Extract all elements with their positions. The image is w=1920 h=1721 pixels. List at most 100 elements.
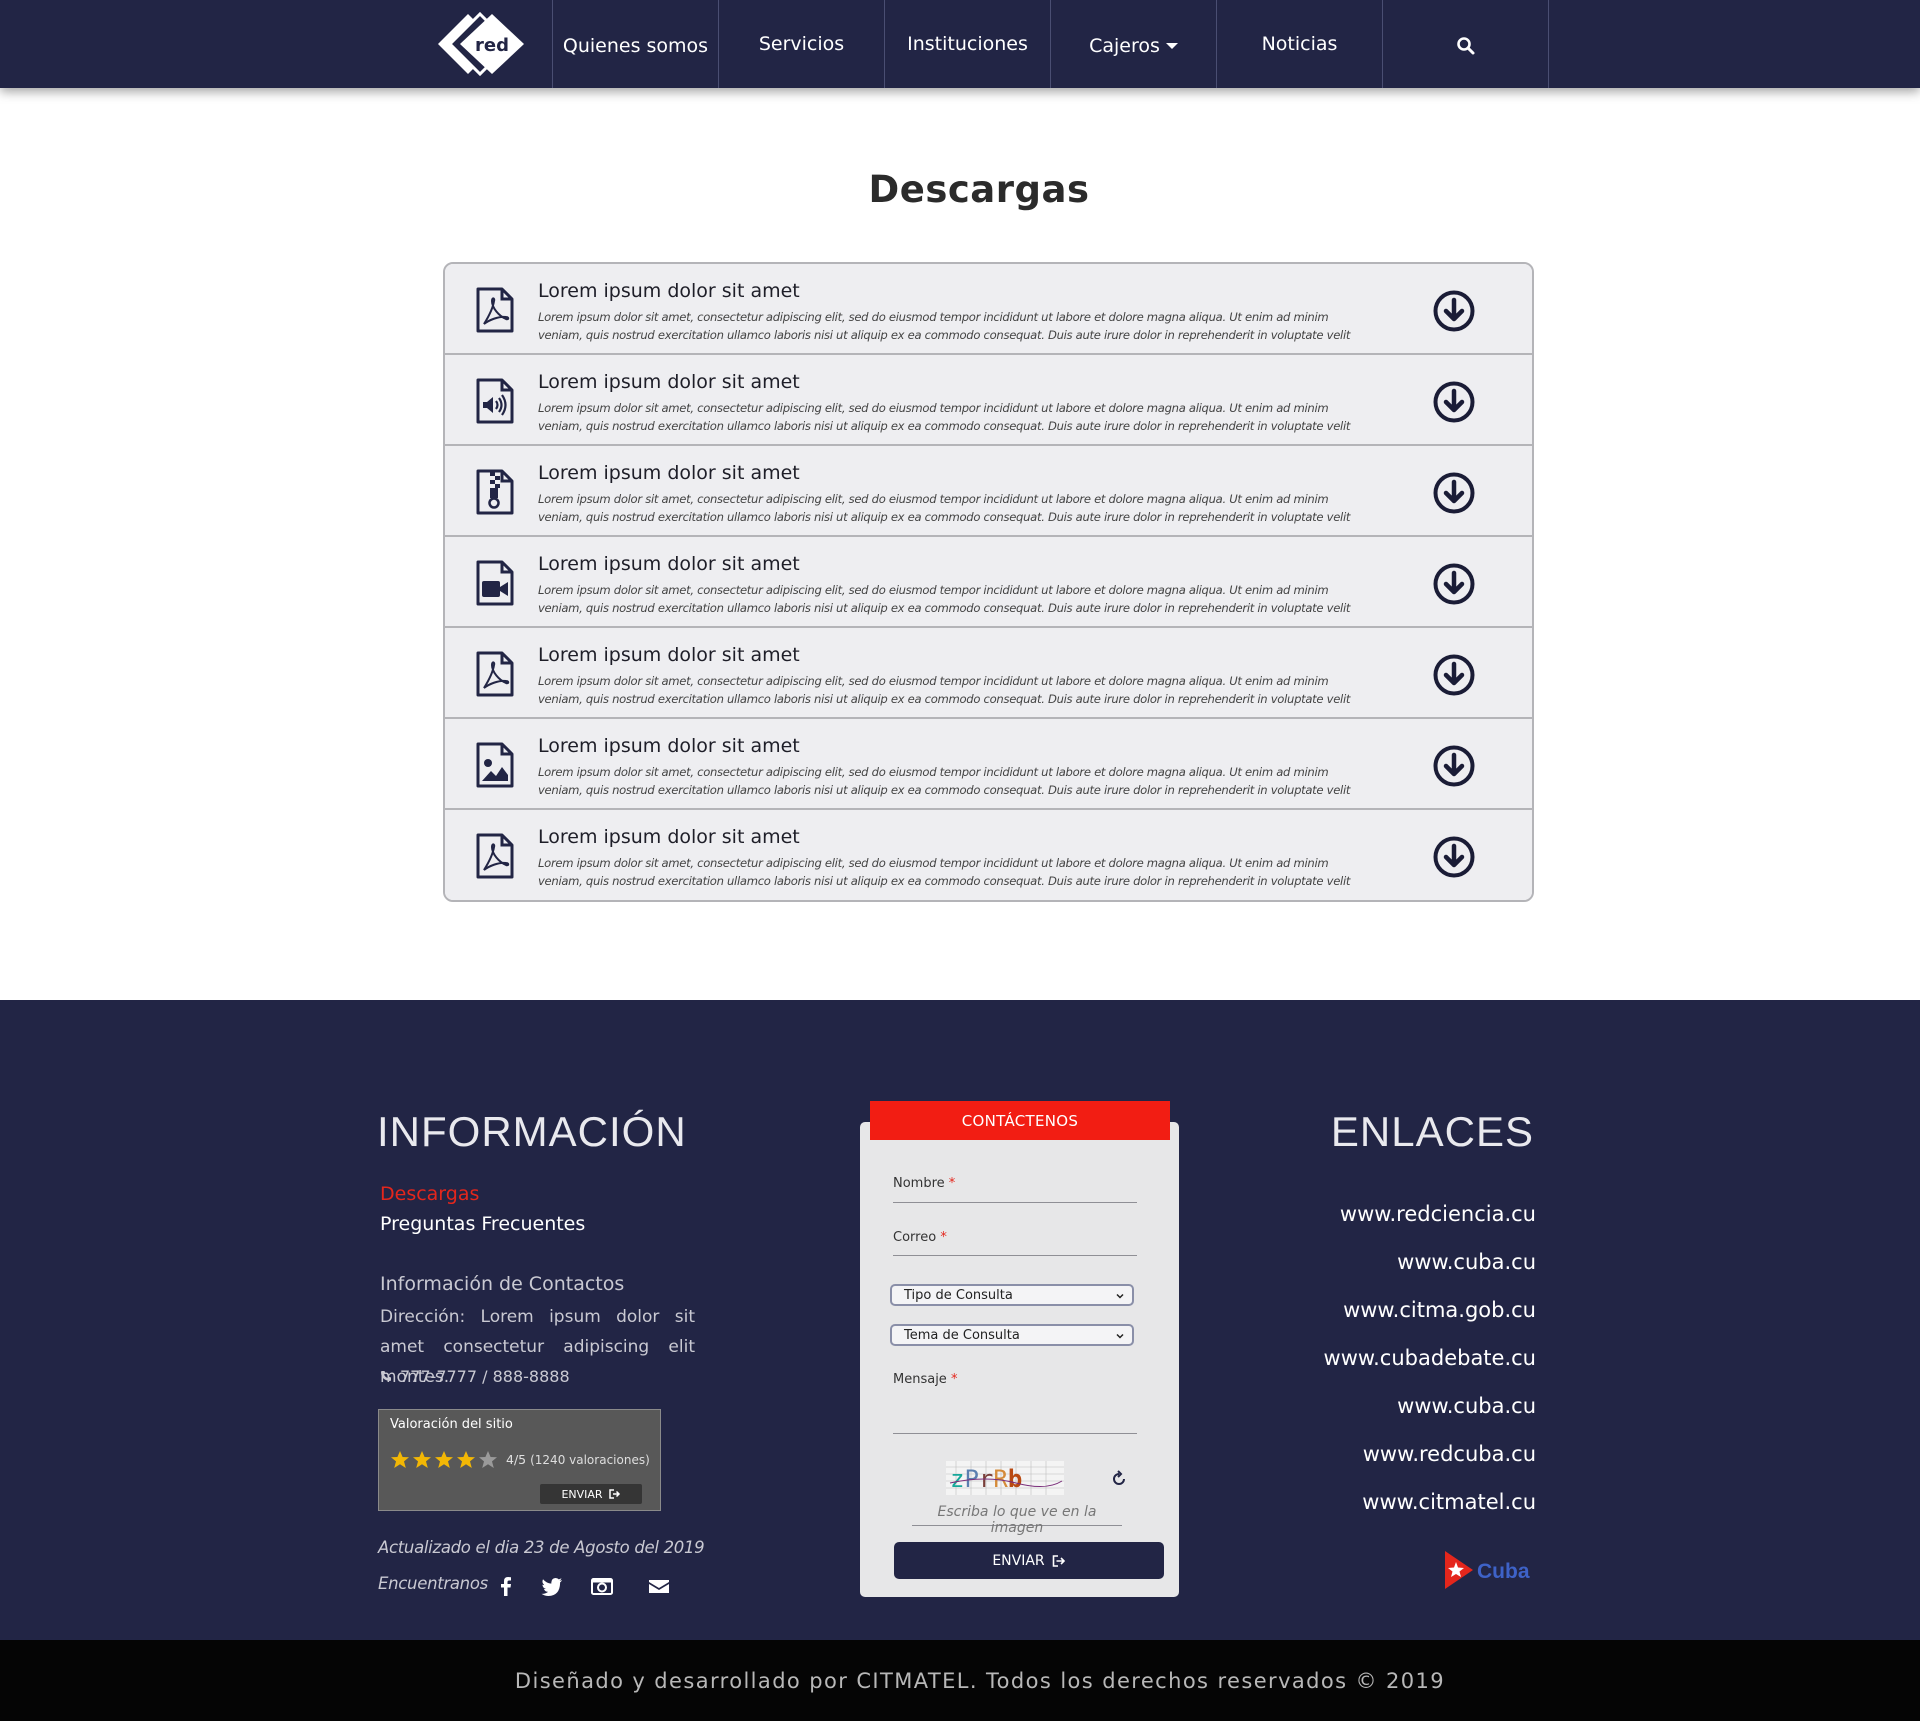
captcha-placeholder: Escriba lo que ve en la imagen [937, 1504, 1097, 1536]
download-description: Lorem ipsum dolor sit amet, consectetur … [538, 856, 1351, 888]
rating-stars[interactable] [390, 1450, 498, 1469]
download-circle-icon[interactable] [1433, 381, 1475, 423]
rating-send-button[interactable]: ENVIAR [540, 1484, 642, 1504]
download-description: Lorem ipsum dolor sit amet, consectetur … [538, 492, 1351, 524]
star-empty-icon[interactable] [478, 1450, 498, 1469]
top-navbar: red Quienes somos Servicios Institucione… [0, 0, 1920, 88]
nav-label: Quienes somos [562, 35, 709, 57]
video-file-icon [476, 560, 514, 606]
nav-item-instituciones[interactable]: Instituciones [885, 0, 1051, 88]
query-topic-select[interactable]: Tema de Consulta [890, 1324, 1134, 1346]
phone-icon [381, 1371, 391, 1381]
info-heading: INFORMACIÓN [377, 1108, 687, 1155]
download-title: Lorem ipsum dolor sit amet [538, 735, 800, 757]
email-label: Correo * [893, 1230, 947, 1245]
download-item: Lorem ipsum dolor sit amet Lorem ipsum d… [445, 628, 1532, 719]
download-description: Lorem ipsum dolor sit amet, consectetur … [538, 401, 1351, 433]
nav-label: Instituciones [907, 33, 1028, 55]
footer: INFORMACIÓN Descargas Preguntas Frecuent… [0, 1000, 1920, 1640]
search-icon [1456, 37, 1474, 55]
download-description: Lorem ipsum dolor sit amet, consectetur … [538, 583, 1351, 615]
download-description: Lorem ipsum dolor sit amet, consectetur … [538, 310, 1351, 342]
external-link[interactable]: www.citmatel.cu [1362, 1490, 1536, 1514]
footer-link-downloads[interactable]: Descargas [380, 1183, 479, 1205]
name-label: Nombre * [893, 1176, 955, 1191]
send-label: ENVIAR [992, 1552, 1045, 1569]
email-label-text: Correo [893, 1230, 937, 1245]
query-type-value: Tipo de Consulta [904, 1288, 1013, 1303]
download-title: Lorem ipsum dolor sit amet [538, 462, 800, 484]
captcha-input[interactable]: Escriba lo que ve en la imagen [912, 1504, 1122, 1536]
name-field[interactable] [893, 1202, 1137, 1203]
download-circle-icon[interactable] [1433, 472, 1475, 514]
external-link[interactable]: www.cubadebate.cu [1324, 1346, 1536, 1370]
download-item: Lorem ipsum dolor sit amet Lorem ipsum d… [445, 264, 1532, 355]
captcha-image: zPrRb [946, 1461, 1064, 1495]
star-filled-icon[interactable] [456, 1450, 476, 1469]
message-field[interactable] [893, 1433, 1137, 1434]
download-circle-icon[interactable] [1433, 836, 1475, 878]
query-topic-value: Tema de Consulta [904, 1328, 1020, 1343]
required-mark: * [950, 1372, 958, 1387]
logo-text: red [475, 35, 509, 56]
links-heading: ENLACES [1330, 1108, 1534, 1155]
last-updated: Actualizado el dia 23 de Agosto del 2019 [378, 1538, 705, 1557]
camera-icon[interactable] [590, 1575, 614, 1597]
facebook-icon[interactable] [494, 1575, 518, 1597]
download-description: Lorem ipsum dolor sit amet, consectetur … [538, 765, 1351, 797]
external-link[interactable]: www.redciencia.cu [1340, 1202, 1536, 1226]
nav-item-servicios[interactable]: Servicios [719, 0, 885, 88]
chevron-down-icon [1116, 1293, 1124, 1299]
contact-send-button[interactable]: ENVIAR [894, 1542, 1164, 1579]
star-filled-icon[interactable] [434, 1450, 454, 1469]
star-filled-icon[interactable] [412, 1450, 432, 1469]
download-item: Lorem ipsum dolor sit amet Lorem ipsum d… [445, 355, 1532, 446]
external-link[interactable]: www.redcuba.cu [1363, 1442, 1536, 1466]
query-type-select[interactable]: Tipo de Consulta [890, 1284, 1134, 1306]
name-label-text: Nombre [893, 1176, 945, 1191]
downloads-list: Lorem ipsum dolor sit amet Lorem ipsum d… [443, 262, 1534, 902]
page-title: Descargas [868, 168, 1090, 211]
cuba-logo-text: Cuba [1477, 1560, 1530, 1583]
nav-label: Cajeros [1089, 35, 1160, 57]
audio-file-icon [476, 378, 514, 424]
phone-number: 777-7777 / 888-8888 [400, 1367, 570, 1386]
download-title: Lorem ipsum dolor sit amet [538, 644, 800, 666]
download-circle-icon[interactable] [1433, 290, 1475, 332]
download-item: Lorem ipsum dolor sit amet Lorem ipsum d… [445, 719, 1532, 810]
refresh-captcha-icon[interactable] [1110, 1470, 1128, 1488]
download-circle-icon[interactable] [1433, 654, 1475, 696]
nav-label: Noticias [1261, 33, 1338, 55]
message-label-text: Mensaje [893, 1372, 947, 1387]
sign-out-icon [608, 1489, 620, 1499]
nav-item-noticias[interactable]: Noticias [1217, 0, 1383, 88]
nav-item-quienes-somos[interactable]: Quienes somos [553, 0, 719, 88]
sign-out-icon [1052, 1554, 1065, 1567]
twitter-icon[interactable] [540, 1575, 564, 1597]
cuba-portal-logo[interactable]: Cuba [1443, 1549, 1535, 1591]
footer-link-faq[interactable]: Preguntas Frecuentes [380, 1213, 585, 1235]
copyright-bar: Diseñado y desarrollado por CITMATEL. To… [0, 1640, 1920, 1721]
download-title: Lorem ipsum dolor sit amet [538, 371, 800, 393]
required-mark: * [948, 1176, 956, 1191]
search-button[interactable] [1383, 0, 1549, 88]
download-circle-icon[interactable] [1433, 745, 1475, 787]
chevron-down-icon [1116, 1333, 1124, 1339]
download-title: Lorem ipsum dolor sit amet [538, 826, 800, 848]
nav-item-cajeros-dropdown[interactable]: Cajeros [1051, 0, 1217, 88]
download-item: Lorem ipsum dolor sit amet Lorem ipsum d… [445, 446, 1532, 537]
external-link[interactable]: www.cuba.cu [1397, 1250, 1536, 1274]
star-filled-icon[interactable] [390, 1450, 410, 1469]
contact-info-heading: Información de Contactos [380, 1273, 625, 1295]
contact-form-tab: CONTÁCTENOS [870, 1101, 1170, 1140]
download-circle-icon[interactable] [1433, 563, 1475, 605]
site-logo[interactable]: red [436, 12, 528, 76]
download-title: Lorem ipsum dolor sit amet [538, 280, 800, 302]
email-field[interactable] [893, 1255, 1137, 1256]
pdf-file-icon [476, 833, 514, 879]
download-description: Lorem ipsum dolor sit amet, consectetur … [538, 674, 1351, 706]
rating-send-label: ENVIAR [561, 1487, 603, 1501]
external-link[interactable]: www.cuba.cu [1397, 1394, 1536, 1418]
external-link[interactable]: www.citma.gob.cu [1343, 1298, 1536, 1322]
envelope-icon[interactable] [647, 1575, 671, 1597]
